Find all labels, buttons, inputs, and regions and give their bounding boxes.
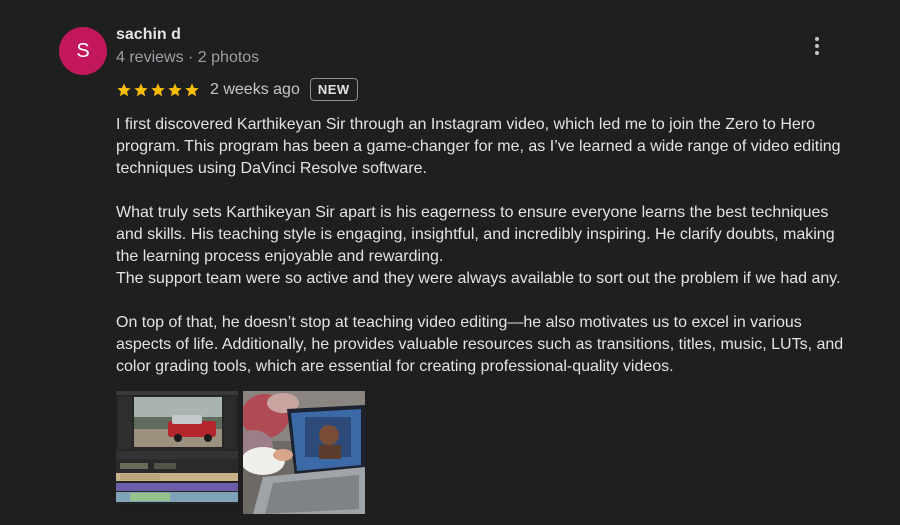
more-vert-icon — [815, 37, 819, 41]
avatar[interactable]: S — [59, 27, 107, 75]
star-icon — [151, 82, 165, 96]
review-line: the learning process enjoyable and rewar… — [116, 248, 444, 265]
review-photo-2[interactable] — [243, 391, 365, 514]
reviewer-meta: 4 reviews · 2 photos — [116, 49, 260, 66]
review-line: The support team were so active and they… — [116, 270, 841, 287]
star-icon — [168, 82, 182, 96]
review-line: color grading tools, which are essential… — [116, 358, 674, 375]
review-time: 2 weeks ago — [210, 80, 300, 98]
review-line: and skills. His teaching style is engagi… — [116, 226, 835, 243]
new-badge: NEW — [309, 78, 358, 101]
review-line: What truly sets Karthikeyan Sir apart is… — [116, 204, 829, 221]
review-paragraph: What truly sets Karthikeyan Sir apart is… — [116, 202, 856, 290]
star-icon — [185, 82, 199, 96]
review-photos — [116, 391, 365, 514]
review-paragraph: On top of that, he doesn’t stop at teach… — [116, 312, 856, 378]
review-line: program. This program has been a game-ch… — [116, 138, 841, 155]
review-line: I first discovered Karthikeyan Sir throu… — [116, 116, 816, 133]
review-line: aspects of life. Additionally, he provid… — [116, 336, 844, 353]
star-icon — [134, 82, 148, 96]
review-text: I first discovered Karthikeyan Sir throu… — [116, 114, 856, 378]
rating-row: 2 weeks ago NEW — [116, 76, 358, 103]
star-icon — [117, 82, 131, 96]
more-options-button[interactable] — [805, 33, 829, 59]
star-rating — [116, 82, 200, 98]
review-line: techniques using DaVinci Resolve softwar… — [116, 160, 427, 177]
review-paragraph: I first discovered Karthikeyan Sir throu… — [116, 114, 856, 180]
reviewer-name[interactable]: sachin d — [116, 26, 181, 44]
review-line: On top of that, he doesn’t stop at teach… — [116, 314, 802, 331]
review-photo-1[interactable] — [116, 391, 238, 514]
